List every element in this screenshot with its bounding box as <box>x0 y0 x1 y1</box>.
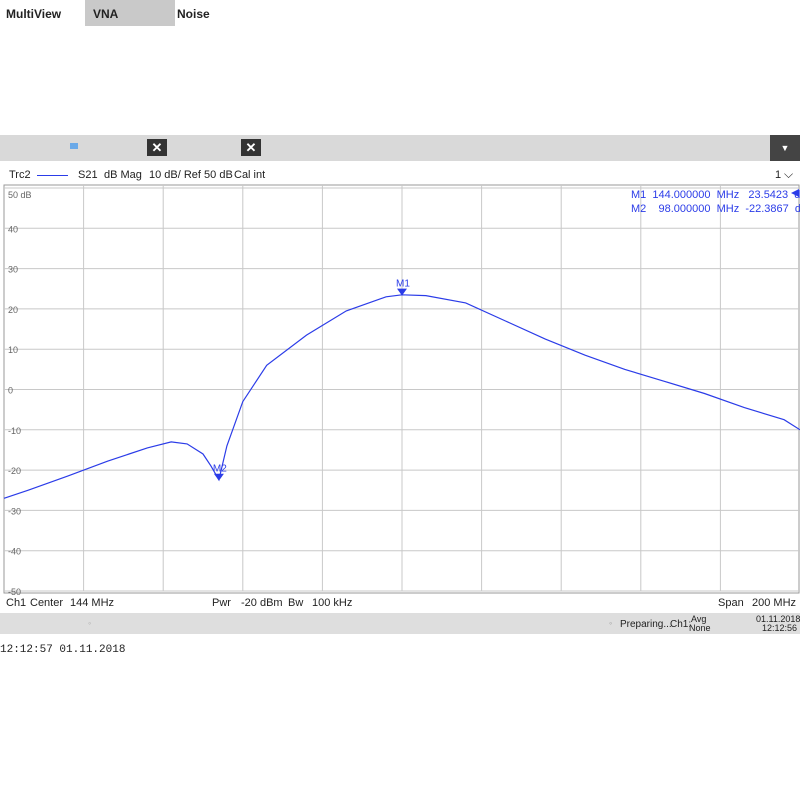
trace-diagram[interactable]: 50 dB 40 30 20 10 0 -10 -20 -30 -40 -50 M1 M2 <box>0 0 800 800</box>
span-label: Span <box>718 597 744 609</box>
power-value[interactable]: -20 dBm <box>241 597 283 609</box>
marker-m1-readout: M1 144.000000 MHz 23.5423 dB <box>631 189 800 201</box>
marker-m2-label: M2 <box>213 464 227 475</box>
y-tick-label: 20 <box>8 305 18 315</box>
y-tick-label: -20 <box>8 466 21 476</box>
marker-m2-readout: M2 98.000000 MHz -22.3867 dB <box>631 203 800 215</box>
center-value[interactable]: 144 MHz <box>70 597 114 609</box>
y-tick-label: -40 <box>8 547 21 557</box>
status-indicator-icon: ◦ <box>609 618 613 628</box>
power-label: Pwr <box>212 597 231 609</box>
screenshot-timestamp: 12:12:57 01.11.2018 <box>0 644 126 656</box>
status-indicator-icon: ◦ <box>88 618 92 628</box>
span-value[interactable]: 200 MHz <box>752 597 796 609</box>
status-bar: ◦ ◦ Preparing... Ch1: Avg None 01.11.201… <box>0 613 800 634</box>
y-tick-label: 30 <box>8 265 18 275</box>
center-label: Center <box>30 597 64 609</box>
status-preparing: Preparing... <box>620 619 672 630</box>
y-tick-label: -50 <box>8 587 21 597</box>
marker-m1-label: M1 <box>396 279 410 290</box>
y-tick-label: 40 <box>8 224 18 234</box>
y-tick-label: -10 <box>8 426 21 436</box>
y-tick-label: 10 <box>8 345 18 355</box>
bandwidth-value[interactable]: 100 kHz <box>312 597 352 609</box>
status-time: 12:12:56 <box>762 623 798 633</box>
y-tick-label: 0 <box>8 386 13 396</box>
marker-m2-triangle-icon <box>213 473 224 481</box>
bandwidth-label: Bw <box>288 597 304 609</box>
status-avg-value: None <box>689 623 711 633</box>
y-tick-label: 50 dB <box>8 190 32 200</box>
status-ch1: Ch1: <box>670 619 692 630</box>
channel-label: Ch1 <box>6 597 27 609</box>
y-tick-label: -30 <box>8 506 21 516</box>
